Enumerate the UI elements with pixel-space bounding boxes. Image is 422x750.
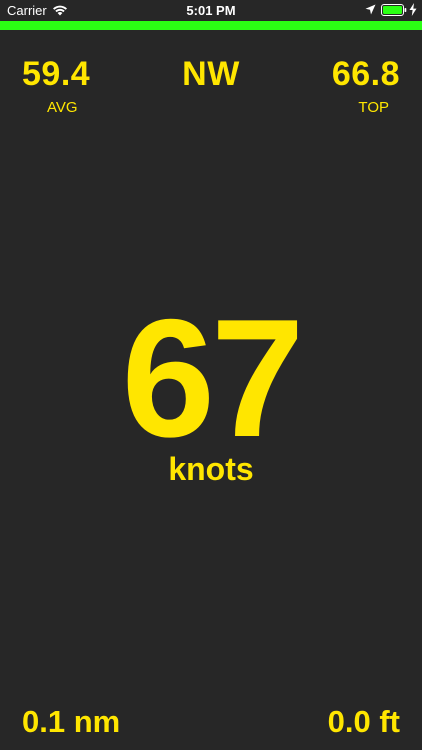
charging-bolt-icon bbox=[409, 3, 417, 16]
gps-signal-bar bbox=[0, 21, 422, 30]
top-speed-value: 66.8 bbox=[331, 55, 400, 93]
average-speed-label: AVG bbox=[47, 99, 78, 116]
distance-value: 0.1 nm bbox=[22, 704, 121, 739]
location-arrow-icon bbox=[365, 4, 376, 15]
clock: 5:01 PM bbox=[186, 3, 236, 18]
altitude-value: 0.0 ft bbox=[327, 704, 400, 739]
status-bar: Carrier 5:01 PM bbox=[0, 0, 422, 20]
battery-icon bbox=[381, 4, 407, 16]
top-speed-label: TOP bbox=[358, 99, 389, 116]
current-speed[interactable]: 67 bbox=[0, 294, 422, 462]
speed-unit[interactable]: knots bbox=[0, 451, 422, 488]
